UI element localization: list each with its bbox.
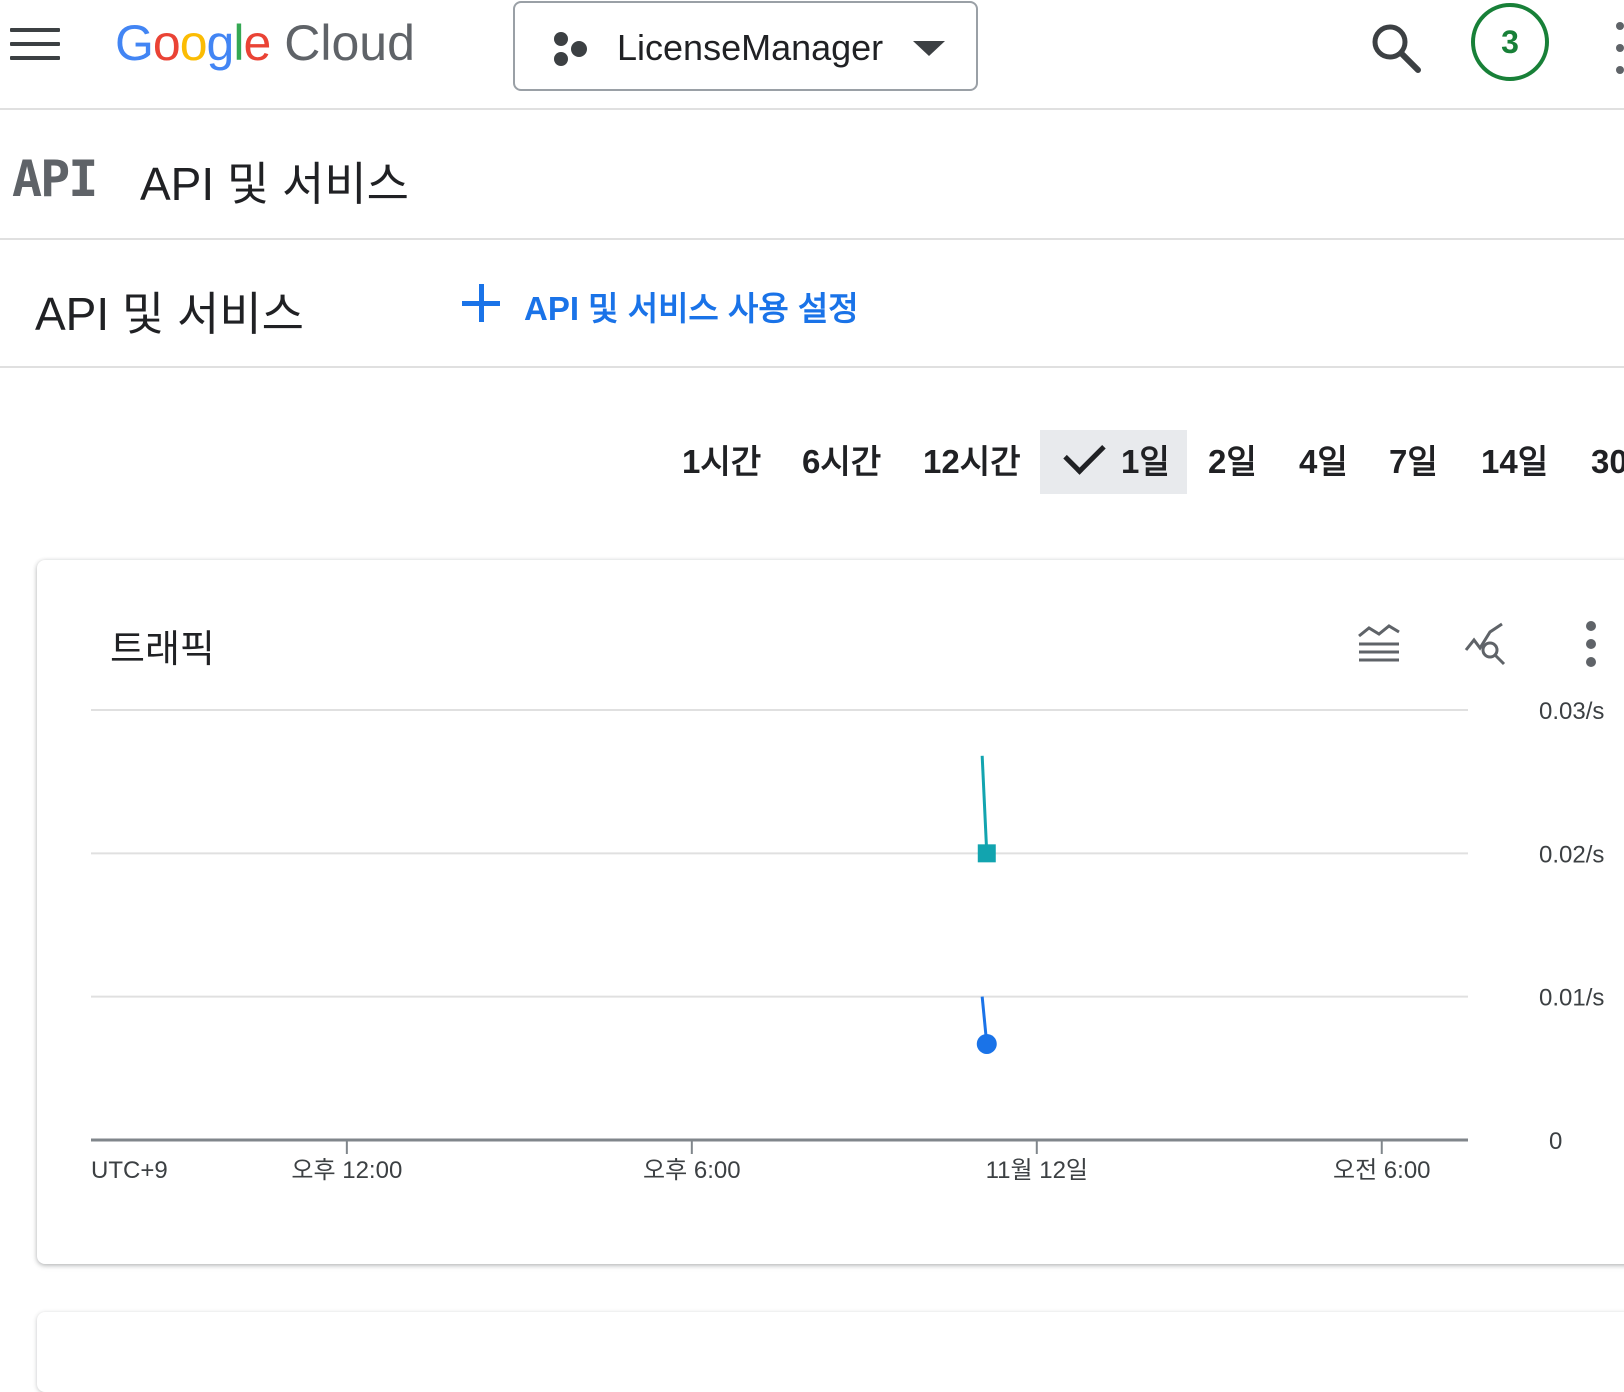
time-range-label: 2일	[1208, 443, 1257, 480]
enable-apis-button-label: API 및 서비스 사용 설정	[524, 290, 859, 327]
logo-letter: G	[115, 15, 154, 71]
project-name: LicenseManager	[617, 27, 884, 68]
logo-letter: e	[243, 15, 271, 71]
project-hexagon-icon	[554, 32, 587, 66]
time-range-label: 12시간	[923, 443, 1021, 480]
section-title: API 및 서비스	[140, 158, 409, 210]
traffic-chart: 0 0.01/s 0.02/s 0.03/s UTC+9 오후 12:00 오후 6:00 1…	[91, 698, 1604, 1184]
time-range-1d[interactable]: 1일	[1040, 430, 1187, 494]
time-range-4d[interactable]: 4일	[1299, 430, 1348, 494]
time-range-12h[interactable]: 12시간	[923, 430, 1020, 494]
project-picker[interactable]: LicenseManager	[513, 1, 978, 91]
time-range-7d[interactable]: 7일	[1389, 430, 1438, 494]
x-tick-label: 11월 12일	[986, 1157, 1088, 1184]
time-range-label: 14일	[1481, 443, 1549, 480]
time-range-1h[interactable]: 1시간	[682, 430, 761, 494]
add-icon	[462, 284, 500, 322]
x-tick-label: 오전 6:00	[1333, 1157, 1431, 1184]
timezone-label: UTC+9	[91, 1157, 168, 1184]
time-range-14d[interactable]: 14일	[1481, 430, 1548, 494]
google-cloud-logo[interactable]: Google Cloud	[115, 14, 415, 72]
logo-letter: l	[233, 15, 244, 71]
api-logo-icon: API	[12, 150, 98, 208]
section-header: API API 및 서비스	[0, 108, 1624, 240]
time-range-label: 1시간	[682, 443, 762, 480]
traffic-chart-card: 트래픽 0 0.01/s 0.02/s 0.03/s UTC+9 오후 12:00 오후 6…	[37, 560, 1624, 1264]
page-title: API 및 서비스	[35, 288, 304, 340]
logo-google-wordmark: Google	[115, 15, 271, 71]
next-card	[37, 1312, 1624, 1392]
x-tick-label: 오후 12:00	[291, 1157, 402, 1184]
page-header: API 및 서비스 API 및 서비스 사용 설정	[0, 240, 1624, 368]
time-range-label: 1일	[1121, 443, 1170, 480]
logo-letter: o	[179, 15, 208, 71]
logo-letter: g	[206, 15, 235, 71]
time-range-label: 6시간	[802, 443, 882, 480]
y-tick-label: 0.03/s	[1539, 698, 1604, 725]
series-marker-circle	[976, 1033, 997, 1054]
check-icon	[1063, 432, 1106, 475]
time-range-label: 30	[1591, 443, 1624, 480]
y-tick-label: 0.02/s	[1539, 841, 1604, 868]
y-tick-label: 0.01/s	[1539, 985, 1604, 1012]
logo-cloud-word: Cloud	[284, 15, 415, 71]
time-range-selector: 1시간 6시간 12시간 1일 2일 4일 7일 14일 30	[665, 430, 1624, 494]
chevron-down-icon	[913, 41, 945, 56]
notification-badge[interactable]: 3	[1471, 3, 1549, 81]
series-marker-square	[977, 844, 996, 863]
time-range-2d[interactable]: 2일	[1208, 430, 1257, 494]
search-icon[interactable]	[1370, 22, 1422, 74]
time-range-label: 4일	[1299, 443, 1348, 480]
menu-icon[interactable]	[10, 28, 60, 64]
top-app-bar: Google Cloud LicenseManager 3	[0, 0, 1624, 110]
x-tick-label: 오후 6:00	[643, 1157, 741, 1184]
kebab-icon[interactable]	[1612, 22, 1624, 78]
y-tick-label: 0	[1549, 1128, 1562, 1155]
time-range-label: 7일	[1389, 443, 1438, 480]
series-line	[980, 755, 989, 854]
time-range-30d[interactable]: 30	[1591, 430, 1624, 494]
logo-letter: o	[152, 15, 181, 71]
time-range-6h[interactable]: 6시간	[802, 430, 881, 494]
